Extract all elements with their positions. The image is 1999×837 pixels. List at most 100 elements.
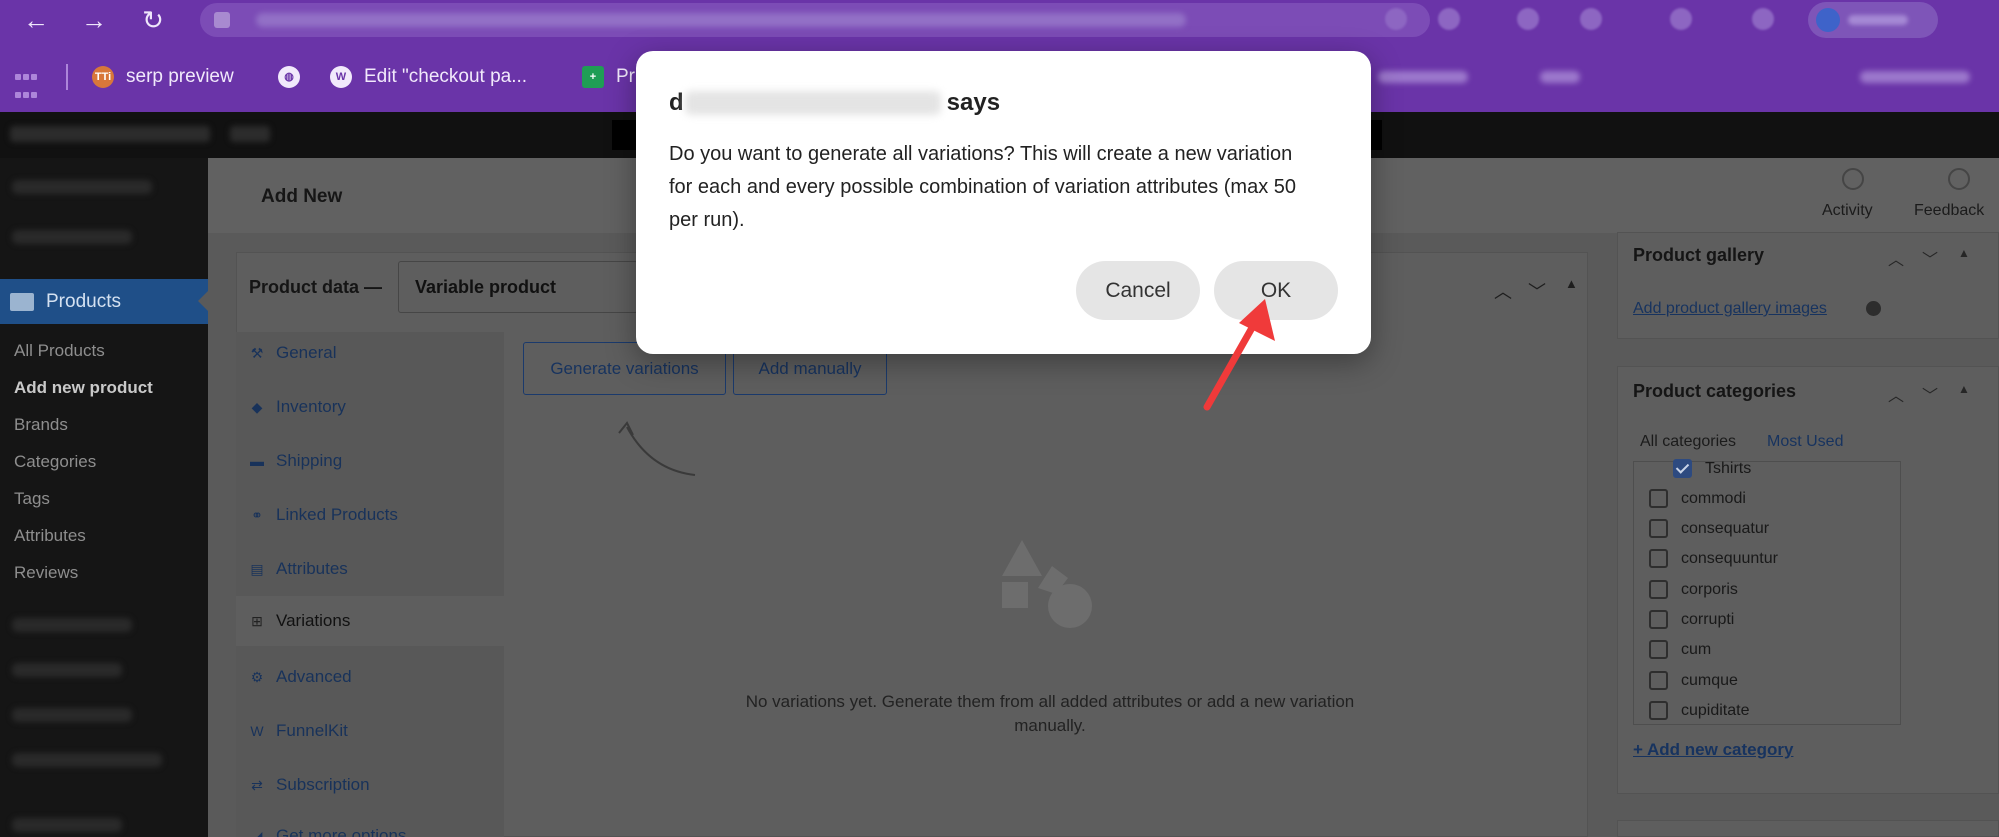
category-label: consequuntur (1681, 549, 1778, 567)
checkbox[interactable] (1649, 640, 1668, 659)
add-new-category-link[interactable]: + Add new category (1633, 740, 1793, 760)
category-item[interactable]: cum (1649, 640, 1711, 659)
category-item[interactable]: consequatur (1649, 519, 1769, 538)
tab-get-more-options[interactable]: ◢ Get more options (248, 826, 407, 837)
move-down-icon[interactable]: ﹀ (1922, 382, 1938, 406)
tab-funnelkit[interactable]: W FunnelKit (248, 721, 348, 741)
cancel-button[interactable]: Cancel (1076, 261, 1200, 320)
funnelkit-icon: W (250, 723, 264, 739)
tab-general[interactable]: ⚒ General (248, 343, 337, 363)
feedback-link[interactable]: Feedback (1914, 202, 1984, 220)
activity-link[interactable]: Activity (1822, 202, 1873, 220)
move-down-icon[interactable]: ﹀ (1528, 278, 1546, 304)
checkbox[interactable] (1649, 671, 1668, 690)
checkbox[interactable] (1649, 519, 1668, 538)
admin-sidebar: Products All Products Add new product Br… (0, 158, 208, 837)
tab-inventory[interactable]: ◆ Inventory (248, 397, 346, 417)
tab-label: Inventory (276, 397, 346, 416)
tab-shipping[interactable]: ▬ Shipping (248, 451, 342, 471)
feedback-icon[interactable] (1948, 168, 1970, 190)
category-item[interactable]: consequuntur (1649, 549, 1778, 568)
plugin-icon: ◢ (251, 827, 263, 837)
reload-icon[interactable]: ↻ (137, 4, 169, 36)
bookmark-globe[interactable]: ◍ (278, 60, 312, 94)
extension-icon[interactable] (1580, 8, 1602, 30)
download-icon[interactable] (1752, 8, 1774, 30)
tab-label: FunnelKit (276, 721, 348, 740)
move-down-icon[interactable]: ﹀ (1922, 246, 1938, 270)
blurred-menu-item (12, 753, 162, 767)
category-item-tshirts[interactable]: Tshirts (1673, 459, 1751, 478)
tab-linked-products[interactable]: ⚭ Linked Products (248, 505, 398, 525)
wrench-icon: ⚒ (250, 344, 264, 361)
sidebar-sub-add-new-product[interactable]: Add new product (14, 378, 153, 398)
checkbox[interactable] (1649, 549, 1668, 568)
bookmark-serp-preview[interactable]: TTi serp preview (92, 60, 234, 94)
no-variations-message: No variations yet. Generate them from al… (745, 692, 1355, 735)
tab-label: Linked Products (276, 505, 398, 524)
sidebar-sub-all-products[interactable]: All Products (14, 341, 105, 361)
toggle-panel-icon[interactable]: ▲ (1958, 246, 1970, 260)
current-arrow (198, 291, 208, 311)
back-icon[interactable]: ← (20, 4, 52, 36)
checkbox[interactable] (1649, 489, 1668, 508)
blurred-bookmark (1860, 71, 1970, 83)
tab-attributes[interactable]: ▤ Attributes (248, 559, 347, 579)
category-label: corporis (1681, 580, 1738, 598)
category-item[interactable]: cupiditate (1649, 701, 1750, 720)
move-up-icon[interactable]: ︿ (1888, 246, 1904, 270)
extension-icon[interactable] (1517, 8, 1539, 30)
site-info-icon[interactable] (214, 12, 230, 28)
apps-grid-icon[interactable] (14, 68, 42, 98)
product-type-select[interactable]: Variable product (398, 261, 638, 313)
next-panel (1617, 820, 1999, 837)
checkbox[interactable] (1649, 701, 1668, 720)
add-gallery-images-link[interactable]: Add product gallery images (1633, 300, 1827, 318)
tab-subscription[interactable]: ⇄ Subscription (248, 775, 370, 795)
address-bar[interactable] (200, 3, 1430, 37)
profile-button[interactable] (1808, 2, 1938, 38)
tab-all-categories[interactable]: All categories (1640, 433, 1736, 451)
bookmark-edit-checkout[interactable]: W Edit "checkout pa... (330, 60, 527, 94)
forward-icon[interactable]: → (78, 4, 110, 36)
category-label: Tshirts (1705, 459, 1752, 477)
blurred-domain (684, 91, 941, 115)
dialog-title-suffix: says (946, 89, 1001, 116)
sidebar-sub-tags[interactable]: Tags (14, 489, 50, 509)
category-item[interactable]: cumque (1649, 671, 1738, 690)
subscription-icon: ⇄ (251, 776, 263, 793)
toggle-panel-icon[interactable]: ▲ (1565, 276, 1578, 291)
category-item[interactable]: corrupti (1649, 610, 1734, 629)
sidebar-sub-categories[interactable]: Categories (14, 452, 96, 472)
zoom-icon[interactable] (1385, 8, 1407, 30)
checkbox[interactable] (1649, 610, 1668, 629)
sidebar-item-products[interactable]: Products (0, 279, 208, 324)
category-item[interactable]: commodi (1649, 489, 1746, 508)
help-icon[interactable] (1866, 301, 1881, 316)
checkbox[interactable] (1673, 459, 1692, 478)
tab-variations[interactable]: ⊞ Variations (236, 596, 504, 646)
category-item[interactable]: corporis (1649, 580, 1738, 599)
sidebar-sub-brands[interactable]: Brands (14, 415, 68, 435)
grid-icon: ⊞ (251, 612, 263, 629)
tab-label: Subscription (276, 775, 370, 794)
sidebar-sub-attributes[interactable]: Attributes (14, 526, 86, 546)
blurred-menu-item (12, 818, 122, 832)
dialog-title-prefix: d (669, 89, 684, 116)
blurred-admin-items (10, 126, 210, 142)
sidepanel-icon[interactable] (1670, 8, 1692, 30)
plus-icon: + (582, 66, 604, 88)
globe-icon: ◍ (278, 66, 300, 88)
bookmark-label: Pr (616, 66, 635, 87)
category-label: corrupti (1681, 610, 1735, 628)
tab-most-used[interactable]: Most Used (1767, 433, 1843, 451)
sidebar-sub-reviews[interactable]: Reviews (14, 563, 78, 583)
move-up-icon[interactable]: ︿ (1494, 278, 1512, 304)
tab-advanced[interactable]: ⚙ Advanced (248, 667, 352, 687)
bookmark-pr[interactable]: + Pr (582, 60, 635, 94)
checkbox[interactable] (1649, 580, 1668, 599)
toggle-panel-icon[interactable]: ▲ (1958, 382, 1970, 396)
move-up-icon[interactable]: ︿ (1888, 382, 1904, 406)
activity-icon[interactable] (1842, 168, 1864, 190)
star-icon[interactable] (1438, 8, 1460, 30)
